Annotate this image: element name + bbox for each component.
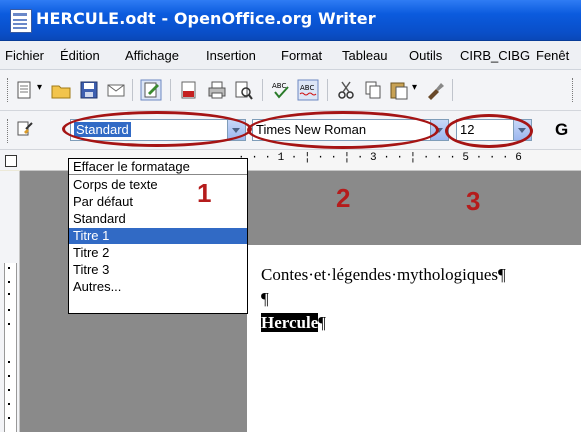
ruler-tick <box>8 389 10 391</box>
menu-fenetre[interactable]: Fenêt <box>536 48 569 63</box>
ruler-tick <box>8 323 10 325</box>
menu-tableau[interactable]: Tableau <box>342 48 388 63</box>
chevron-down-icon[interactable] <box>513 120 531 140</box>
ruler-tick <box>8 403 10 405</box>
svg-text:ABC: ABC <box>300 84 314 92</box>
toolbar-grip[interactable] <box>7 78 11 102</box>
standard-toolbar: ▾ ABC ABC ▾ <box>0 70 581 111</box>
vertical-ruler[interactable] <box>0 171 20 432</box>
font-size-combo[interactable]: 12 <box>456 119 532 141</box>
title-bar[interactable]: HERCULE.odt - OpenOffice.org Writer <box>0 0 581 41</box>
style-option-selected[interactable]: Titre 1 <box>69 228 247 244</box>
paragraph-style-combo[interactable]: Standard <box>70 119 246 141</box>
edit-mode-icon[interactable] <box>140 79 162 101</box>
copy-icon[interactable] <box>362 79 384 101</box>
toolbar-grip[interactable] <box>572 78 576 102</box>
font-name-combo[interactable]: Times New Roman <box>252 119 449 141</box>
menu-format[interactable]: Format <box>281 48 322 63</box>
style-option[interactable]: Effacer le formatage <box>69 159 247 175</box>
ruler-tick <box>8 293 10 295</box>
paragraph-style-list[interactable]: Effacer le formatage Corps de texte Par … <box>68 158 248 314</box>
ruler-tick <box>8 309 10 311</box>
paragraph-style-value: Standard <box>74 122 131 137</box>
font-name-value: Times New Roman <box>256 122 367 137</box>
menu-bar: Fichier Édition Affichage Insertion Form… <box>0 41 581 70</box>
window-title: HERCULE.odt - OpenOffice.org Writer <box>36 9 376 28</box>
style-option[interactable]: Autres... <box>69 279 247 295</box>
ruler-tick <box>8 281 10 283</box>
toolbar-grip[interactable] <box>7 119 11 143</box>
selected-paragraph[interactable]: Hercule¶ <box>261 313 326 333</box>
font-size-value: 12 <box>460 122 475 137</box>
toolbar-separator <box>170 79 171 101</box>
chevron-down-icon[interactable]: ▾ <box>37 82 42 93</box>
vertical-ruler-page <box>4 263 17 432</box>
ruler-marks: · · · 1 · ¦ · · ¦ · 3 · · ¦ · · · 5 · · … <box>238 152 522 164</box>
chevron-down-icon[interactable] <box>430 120 448 140</box>
email-icon[interactable] <box>105 79 127 101</box>
menu-outils[interactable]: Outils <box>409 48 442 63</box>
style-option[interactable]: Titre 2 <box>69 245 247 261</box>
format-toolbar: Standard Times New Roman 12 G <box>0 111 581 150</box>
writer-app-icon[interactable] <box>10 9 32 33</box>
paragraph-mark: ¶ <box>318 313 326 332</box>
ruler-tick <box>8 267 10 269</box>
ruler-tick <box>8 361 10 363</box>
autospellcheck-icon[interactable]: ABC <box>297 79 319 101</box>
toolbar-separator <box>452 79 453 101</box>
bold-button[interactable]: G <box>555 120 568 140</box>
style-option[interactable]: Par défaut <box>69 194 247 210</box>
annotation-number-3: 3 <box>466 186 481 216</box>
print-icon[interactable] <box>206 79 228 101</box>
new-document-icon[interactable] <box>14 79 36 101</box>
spellcheck-icon[interactable]: ABC <box>270 79 292 101</box>
chevron-down-icon[interactable] <box>227 120 245 140</box>
paste-icon[interactable] <box>388 79 410 101</box>
menu-affichage[interactable]: Affichage <box>125 48 179 63</box>
style-option[interactable]: Titre 3 <box>69 262 247 278</box>
selected-text[interactable]: Hercule <box>261 313 319 332</box>
style-option[interactable]: Corps de texte <box>69 177 247 193</box>
document-page[interactable]: Contes·et·légendes·mythologiques¶ ¶ Herc… <box>247 245 581 432</box>
annotation-number-2: 2 <box>336 183 351 213</box>
document-heading[interactable]: Contes·et·légendes·mythologiques¶ <box>261 265 506 285</box>
menu-edition[interactable]: Édition <box>60 48 100 63</box>
empty-paragraph[interactable]: ¶ <box>261 289 269 309</box>
toolbar-separator <box>132 79 133 101</box>
toolbar-separator <box>262 79 263 101</box>
chevron-down-icon[interactable]: ▾ <box>412 82 417 93</box>
ruler-corner[interactable] <box>0 150 20 170</box>
clone-formatting-icon[interactable] <box>424 79 446 101</box>
style-option[interactable]: Standard <box>69 211 247 227</box>
menu-cirb-cibg[interactable]: CIRB_CIBG <box>460 48 530 63</box>
export-pdf-icon[interactable] <box>178 79 200 101</box>
print-preview-icon[interactable] <box>232 79 254 101</box>
svg-text:ABC: ABC <box>272 82 286 90</box>
annotation-number-1: 1 <box>197 178 212 208</box>
menu-fichier[interactable]: Fichier <box>5 48 44 63</box>
open-folder-icon[interactable] <box>50 79 72 101</box>
cut-icon[interactable] <box>335 79 357 101</box>
ruler-tick <box>8 375 10 377</box>
styles-formatting-icon[interactable] <box>14 118 36 140</box>
toolbar-separator <box>327 79 328 101</box>
ruler-tick <box>8 417 10 419</box>
save-icon[interactable] <box>78 79 100 101</box>
tab-stop-icon[interactable] <box>5 155 17 167</box>
menu-insertion[interactable]: Insertion <box>206 48 256 63</box>
